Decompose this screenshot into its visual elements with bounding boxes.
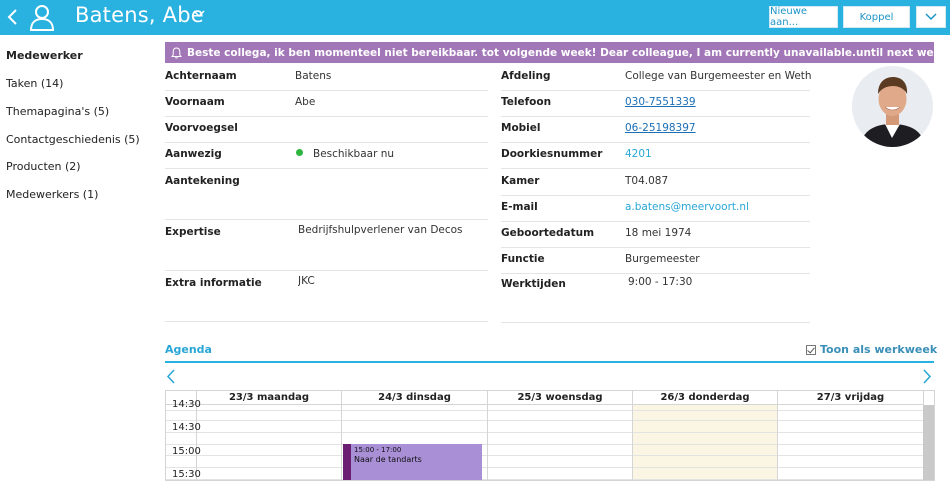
detail-row-functie: Functie Burgemeester [501, 253, 810, 274]
detail-value: T04.087 [625, 175, 669, 187]
mobile-link[interactable]: 06-25198397 [625, 122, 696, 134]
sidebar-item-taken[interactable]: Taken (14) [6, 77, 63, 90]
detail-value: College van Burgemeester en Wethou... [625, 70, 811, 82]
user-icon [29, 5, 55, 31]
sidebar-item-medewerker[interactable]: Medewerker [6, 49, 83, 62]
day-header-wednesday[interactable]: 25/3 woensdag [488, 391, 633, 405]
chevron-down-icon[interactable] [193, 9, 205, 19]
email-link[interactable]: a.batens@meervoort.nl [625, 201, 749, 213]
new-button[interactable]: Nieuwe aan... [769, 6, 838, 28]
detail-value: Burgemeester [625, 253, 700, 265]
avatar [852, 66, 933, 147]
day-header-friday[interactable]: 27/3 vrijdag [778, 391, 924, 405]
grid-line [166, 410, 923, 411]
detail-label: Aanwezig [165, 148, 222, 160]
grid-line [166, 444, 923, 445]
detail-value: 9:00 - 17:30 [628, 276, 693, 288]
tab-agenda[interactable]: Agenda [165, 343, 212, 356]
more-options-button[interactable] [916, 6, 946, 28]
detail-row-afdeling: Afdeling College van Burgemeester en Wet… [501, 70, 811, 91]
detail-label: Voornaam [165, 96, 225, 108]
presence-status: Beschikbaar nu [296, 148, 394, 160]
detail-row-achternaam: Achternaam Batens [165, 70, 488, 91]
detail-label: Telefoon [501, 96, 552, 108]
extension-link[interactable]: 4201 [625, 148, 652, 160]
detail-row-aanwezig: Aanwezig Beschikbaar nu [165, 148, 488, 169]
werkweek-toggle[interactable]: Toon als werkweek [806, 343, 937, 356]
detail-label: Geboortedatum [501, 227, 595, 239]
time-label: 15:30 [172, 469, 201, 480]
time-label: 14:30 [172, 422, 201, 433]
detail-row-email: E-mail a.batens@meervoort.nl [501, 201, 810, 222]
today-column [632, 405, 777, 480]
detail-label: Achternaam [165, 70, 237, 82]
detail-label: Doorkiesnummer [501, 148, 603, 160]
detail-row-mobiel: Mobiel 06-25198397 [501, 122, 810, 143]
detail-label: E-mail [501, 201, 538, 213]
grid-line [166, 420, 923, 421]
detail-row-werktijden: Werktijden 9:00 - 17:30 [501, 276, 810, 323]
back-arrow-icon[interactable] [6, 8, 20, 26]
grid-line [166, 479, 923, 480]
detail-label: Afdeling [501, 70, 551, 82]
werkweek-label: Toon als werkweek [820, 343, 938, 356]
detail-label: Mobiel [501, 122, 541, 134]
detail-row-voornaam: Voornaam Abe [165, 96, 488, 117]
status-dot-icon [296, 149, 303, 156]
detail-row-aantekening: Aantekening [165, 175, 488, 220]
detail-row-telefoon: Telefoon 030-7551339 [501, 96, 810, 117]
chevron-right-icon[interactable] [922, 369, 932, 384]
event-time: 15:00 - 17:00 [354, 446, 402, 454]
detail-row-expertise: Expertise Bedrijfshulpverlener van Decos [165, 224, 488, 271]
day-header-monday[interactable]: 23/3 maandag [197, 391, 342, 405]
detail-label: Expertise [165, 226, 221, 238]
banner-text: Beste collega, ik ben momenteel niet ber… [187, 46, 934, 59]
detail-label: Extra informatie [165, 277, 262, 289]
time-label: 15:00 [172, 446, 201, 457]
detail-row-kamer: Kamer T04.087 [501, 175, 810, 196]
sidebar-item-contactgeschiedenis[interactable]: Contactgeschiedenis (5) [6, 133, 140, 146]
day-header-tuesday[interactable]: 24/3 dinsdag [342, 391, 488, 405]
calendar-scrollbar[interactable] [923, 405, 934, 480]
detail-value: Beschikbaar nu [313, 148, 395, 160]
detail-value: Abe [295, 96, 316, 108]
page-title: Batens, Abe [75, 3, 204, 27]
detail-label: Werktijden [501, 278, 566, 290]
chevron-down-icon [925, 13, 937, 21]
top-bar: Batens, Abe Nieuwe aan... Koppel [0, 0, 950, 35]
phone-link[interactable]: 030-7551339 [625, 96, 696, 108]
grid-line [166, 467, 923, 468]
event-title: Naar de tandarts [354, 455, 422, 464]
sidebar-item-medewerkers[interactable]: Medewerkers (1) [6, 188, 98, 201]
detail-value: 18 mei 1974 [625, 227, 692, 239]
detail-row-geboortedatum: Geboortedatum 18 mei 1974 [501, 227, 810, 248]
detail-value: Bedrijfshulpverlener van Decos [298, 224, 463, 236]
agenda-divider [165, 361, 934, 363]
sidebar-item-producten[interactable]: Producten (2) [6, 160, 81, 173]
chevron-left-icon[interactable] [166, 369, 176, 384]
sidebar-item-themapaginas[interactable]: Themapagina's (5) [6, 105, 109, 118]
calendar-event[interactable]: 15:00 - 17:00 Naar de tandarts [343, 444, 482, 480]
koppel-button[interactable]: Koppel [843, 6, 910, 28]
detail-row-extra-informatie: Extra informatie JKC [165, 275, 488, 322]
detail-label: Kamer [501, 175, 540, 187]
checkbox-icon[interactable] [806, 344, 816, 355]
detail-label: Voorvoegsel [165, 122, 238, 134]
sidebar: Medewerker Taken (14) Themapagina's (5) … [0, 35, 160, 481]
detail-row-voorvoegsel: Voorvoegsel [165, 122, 488, 143]
detail-label: Functie [501, 253, 545, 265]
time-label: 14:30 [172, 399, 201, 410]
detail-row-doorkiesnummer: Doorkiesnummer 4201 [501, 148, 810, 169]
agenda-calendar: 23/3 maandag 24/3 dinsdag 25/3 woensdag … [165, 390, 935, 481]
grid-line [166, 455, 923, 456]
detail-value: Batens [295, 70, 332, 82]
person-photo [852, 66, 933, 147]
detail-value: JKC [298, 275, 315, 287]
detail-label: Aantekening [165, 175, 240, 187]
unavailable-banner: Beste collega, ik ben momenteel niet ber… [165, 42, 934, 63]
day-header-thursday[interactable]: 26/3 donderdag [633, 391, 778, 405]
bell-icon [171, 46, 182, 59]
event-color-bar [343, 444, 351, 480]
grid-line [166, 432, 923, 433]
